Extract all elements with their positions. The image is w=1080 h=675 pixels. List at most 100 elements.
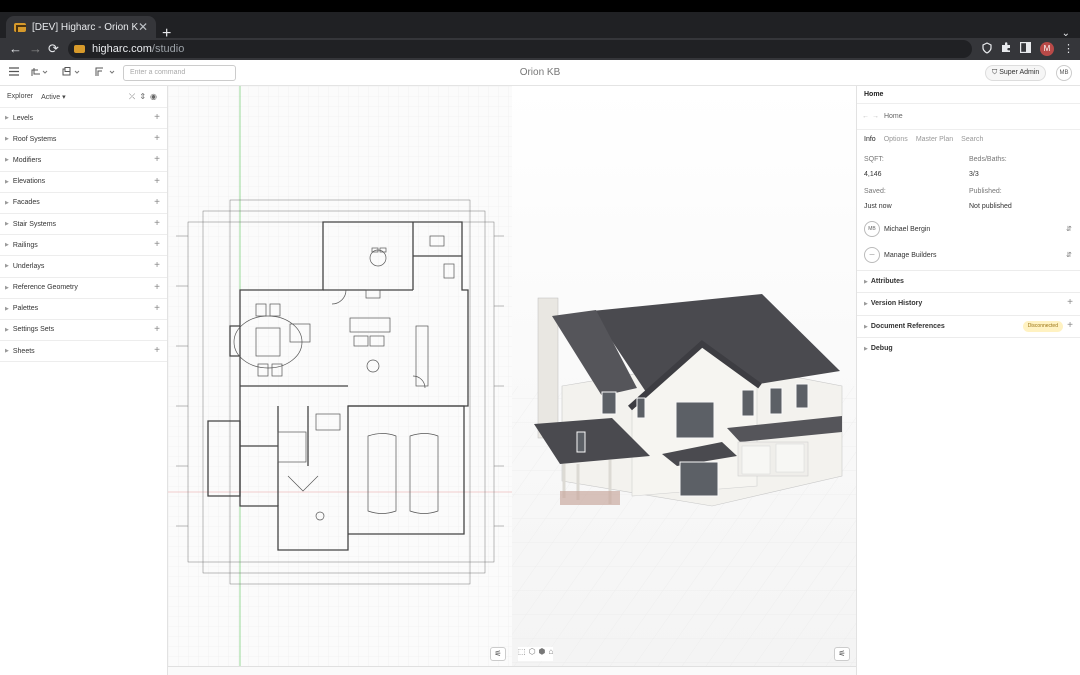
explorer-item-underlays[interactable]: ▶ Underlays + [0,256,167,278]
url-host: higharc.com [92,43,152,55]
explorer-item-label: Settings Sets [12,326,55,334]
shield-extension-icon[interactable] [982,42,992,57]
explorer-item-modifiers[interactable]: ▶ Modifiers + [0,150,167,172]
render-view-settings-icon[interactable]: ⚟ [834,647,850,661]
breadcrumb: ← → Home [857,104,1080,130]
forward-arrow-icon[interactable]: → [872,113,879,120]
active-filter-label: Active [41,93,61,101]
plan-view-settings-icon[interactable]: ⚟ [490,647,506,661]
add-icon[interactable]: + [154,239,160,250]
chevron-right-icon: ▶ [864,324,868,330]
hamburger-menu-icon[interactable] [9,67,19,79]
section-attributes[interactable]: ▶ Attributes [857,270,1080,292]
2d-view-icon[interactable]: ⬚ [518,647,526,661]
floor-plan-viewport[interactable] [168,86,512,666]
user-avatar[interactable]: MB [1056,65,1072,81]
section-document-references[interactable]: ▶ Document References Disconnected + [857,315,1080,337]
chevron-right-icon: ▶ [5,284,9,291]
browser-tab-bar: [DEV] Higharc - Orion KB ✕ + ⌄ [0,12,1080,42]
explorer-item-elevations[interactable]: ▶ Elevations + [0,172,167,193]
explorer-item-label: Modifiers [12,156,42,164]
add-icon[interactable]: + [154,133,160,144]
add-icon[interactable]: + [154,197,160,208]
explorer-item-stair-systems[interactable]: ▶ Stair Systems + [0,214,167,236]
explorer-item-settings-sets[interactable]: ▶ Settings Sets + [0,320,167,342]
add-icon[interactable]: + [154,345,160,356]
section-version-history-label: Version History [870,300,923,307]
command-input[interactable]: Enter a command [123,65,236,81]
extensions-puzzle-icon[interactable] [1001,42,1012,56]
published-stat: Published: Not published [969,188,1012,210]
visibility-eye-icon[interactable]: ◉ [150,92,161,101]
section-attributes-label: Attributes [870,278,904,285]
3d-cube-icon[interactable]: ⬢ [539,647,546,661]
site-favicon-icon [74,45,85,53]
add-icon[interactable]: + [154,154,160,165]
add-icon[interactable]: + [1067,297,1073,308]
tab-options[interactable]: Options [884,136,908,143]
back-icon[interactable]: ← [9,41,22,57]
sidepanel-icon[interactable] [1020,42,1032,56]
explorer-item-label: Stair Systems [12,220,57,228]
add-icon[interactable]: + [154,112,160,123]
3d-model-viewport[interactable] [512,86,856,666]
chevron-right-icon: ▶ [864,301,868,307]
section-debug[interactable]: ▶ Debug [857,337,1080,359]
explorer-item-levels[interactable]: ▶ Levels + [0,108,167,130]
manage-builders-row[interactable]: — Manage Builders [864,247,937,263]
wall-tool-icon[interactable] [94,67,116,80]
explorer-item-railings[interactable]: ▶ Railings + [0,235,167,257]
house-view-icon[interactable]: ⌂ [549,647,554,661]
section-version-history[interactable]: ▶ Version History + [857,292,1080,314]
collapse-all-icon[interactable]: ⤫ [129,92,139,101]
add-icon[interactable]: + [154,260,160,271]
add-icon[interactable]: + [154,282,160,293]
profile-avatar[interactable]: M [1040,42,1054,56]
explorer-item-palettes[interactable]: ▶ Palettes + [0,299,167,320]
explorer-item-roof-systems[interactable]: ▶ Roof Systems + [0,129,167,151]
explorer-item-sheets[interactable]: ▶ Sheets + [0,341,167,363]
add-icon[interactable]: + [154,324,160,335]
chevron-right-icon: ▶ [5,263,9,270]
browser-menu-icon[interactable]: ⋮ [1063,42,1074,55]
reload-icon[interactable]: ⟳ [48,41,59,57]
add-icon[interactable]: + [154,303,160,314]
url-path: /studio [151,43,185,55]
tab-master-plan[interactable]: Master Plan [916,136,953,143]
higharc-favicon-icon [14,22,26,32]
explorer-item-reference-geometry[interactable]: ▶ Reference Geometry + [0,278,167,299]
expand-icon[interactable]: ⇕ [139,92,150,101]
select-tool-icon[interactable] [30,67,48,80]
inspector-tabs: Info Options Master Plan Search [857,130,1080,149]
screen-top-band [0,0,1080,12]
address-bar[interactable]: higharc.com/studio [68,40,972,58]
explorer-item-facades[interactable]: ▶ Facades + [0,193,167,214]
explorer-controls[interactable]: ⤫⇕◉ [129,92,161,102]
tab-search[interactable]: Search [961,136,983,143]
beds-baths-stat: Beds/Baths: 3/3 [969,156,1007,178]
forward-icon[interactable]: → [29,41,42,57]
tab-info[interactable]: Info [864,136,876,143]
breadcrumb-home[interactable]: Home [884,113,903,120]
browser-tab[interactable]: [DEV] Higharc - Orion KB ✕ [6,16,156,38]
chevron-right-icon: ▶ [5,221,9,228]
browser-toolbar: ← → ⟳ higharc.com/studio M ⋮ [0,38,1080,60]
active-filter-dropdown[interactable]: Active ▾ [41,93,66,101]
add-icon[interactable]: + [154,176,160,187]
add-icon[interactable]: + [1067,320,1073,331]
floor-plan-drawing [168,86,512,666]
super-admin-label: Super Admin [999,69,1040,76]
owner-row[interactable]: MB Michael Bergin [864,221,930,237]
chevron-right-icon: ▶ [5,178,9,185]
back-arrow-icon[interactable]: ← [862,113,869,120]
super-admin-button[interactable]: ⛉ Super Admin [985,65,1047,81]
saved-stat: Saved: Just now [864,188,892,210]
tab-close-icon[interactable]: ✕ [138,20,148,34]
add-icon[interactable]: + [154,218,160,229]
perspective-icon[interactable]: ⬡ [529,647,536,661]
chevron-down-icon: ▾ [62,93,66,101]
layers-tool-icon[interactable] [62,67,80,80]
swap-builders-icon[interactable]: ⇵ [1066,251,1072,259]
swap-owner-icon[interactable]: ⇵ [1066,225,1072,233]
chevron-right-icon: ▶ [5,157,9,164]
